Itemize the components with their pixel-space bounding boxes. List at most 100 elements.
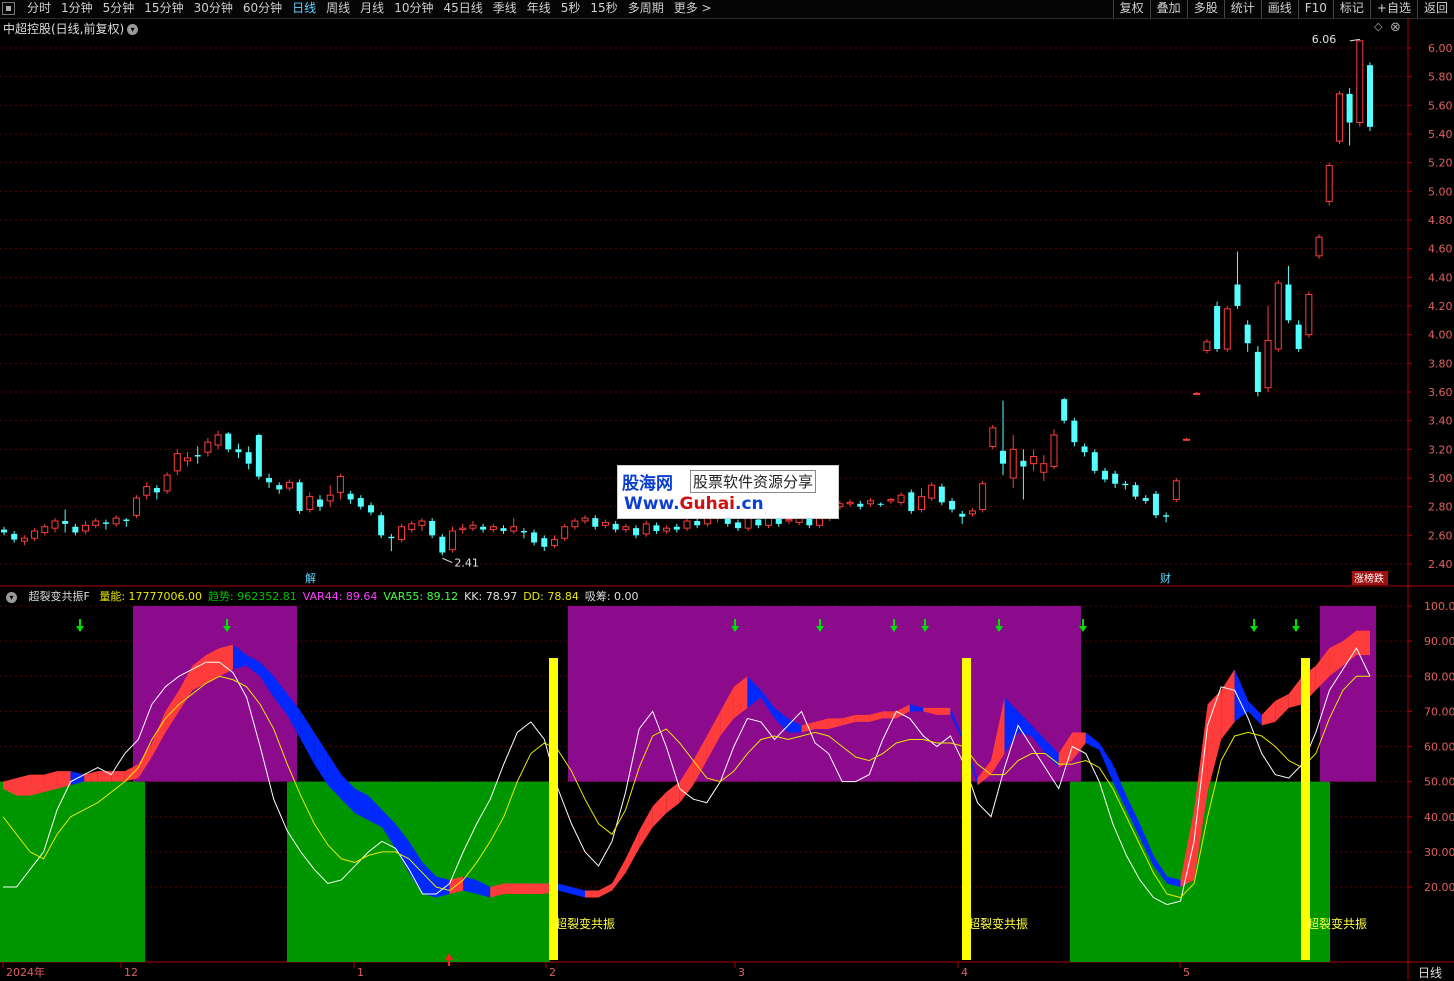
candle-up <box>82 524 90 532</box>
candle-down <box>734 522 741 529</box>
marker-jie: 解 <box>305 571 316 585</box>
candle-down <box>225 433 232 450</box>
candle-down <box>102 522 109 524</box>
candle-up <box>51 520 59 529</box>
indicator-name: 超裂变共振F <box>28 590 90 603</box>
candle-down <box>1091 452 1098 471</box>
wave-band <box>300 711 315 765</box>
candle-up <box>581 517 589 522</box>
ind-axis-label: 20.00 <box>1424 881 1454 894</box>
down-arrow-icon <box>1250 626 1258 632</box>
candle-down <box>1 529 7 533</box>
ind-axis-label: 90.00 <box>1424 635 1454 648</box>
candle-up <box>1193 392 1201 395</box>
candle-down <box>694 521 701 526</box>
candle-down <box>1367 65 1373 127</box>
candle-down <box>938 486 945 503</box>
candle-up <box>1009 448 1017 479</box>
indicator-value-0: 量能: 17777006.00 <box>99 590 203 603</box>
date-label: 2 <box>549 966 556 979</box>
price-axis-label: 5.40 <box>1428 128 1453 141</box>
indicator-value-5: DD: 78.84 <box>523 590 579 603</box>
candle-down <box>245 452 252 464</box>
wave-band <box>16 774 31 796</box>
candle-down <box>439 536 446 553</box>
wave-band <box>97 771 112 782</box>
candle-up <box>663 527 671 532</box>
price-axis-label: 4.40 <box>1428 271 1453 284</box>
price-axis-label: 5.00 <box>1428 185 1453 198</box>
candle-down <box>123 519 130 521</box>
signal-bar <box>1301 658 1310 960</box>
indicator-dropdown-icon[interactable]: ▾ <box>6 591 17 603</box>
candle-up <box>866 500 874 505</box>
price-axis-label: 3.60 <box>1428 386 1453 399</box>
candle-down <box>949 500 956 510</box>
candle-down <box>1071 420 1078 443</box>
candle-up <box>765 517 773 526</box>
wave-band <box>111 771 125 782</box>
candle-down <box>1295 324 1302 349</box>
candle-down <box>541 538 548 547</box>
wave-band <box>652 792 667 828</box>
candle-up <box>183 457 191 462</box>
price-axis-label: 3.20 <box>1428 443 1453 456</box>
marker-tag: 涨榜跌 <box>1354 572 1384 585</box>
wave-band <box>571 887 585 898</box>
candle-down <box>1122 483 1129 486</box>
date-label: 1 <box>357 966 364 979</box>
watermark-url-domain: Guhai <box>679 494 736 514</box>
candle-up <box>571 520 579 528</box>
candle-up <box>173 453 181 472</box>
candle-down <box>266 478 273 483</box>
candle-up <box>204 441 212 453</box>
wave-band <box>936 707 951 715</box>
wave-band <box>1085 732 1100 751</box>
candle-down <box>480 526 487 530</box>
ind-axis-label: 100.00 <box>1424 600 1454 613</box>
candle-up <box>887 499 895 502</box>
price-axis-label: 5.80 <box>1428 71 1453 84</box>
candle-down <box>388 536 395 539</box>
down-arrow-icon <box>76 626 84 632</box>
date-label: 4 <box>961 966 968 979</box>
indicator-value-4: KK: 78.97 <box>464 590 518 603</box>
price-axis-label: 3.00 <box>1428 472 1453 485</box>
watermark-url-suffix: .cn <box>735 494 764 514</box>
price-axis-label: 3.40 <box>1428 415 1453 428</box>
wave-band <box>530 883 545 895</box>
candle-up <box>418 520 426 526</box>
candle-down <box>11 533 18 540</box>
candle-down <box>235 449 242 453</box>
candle-down <box>531 532 538 543</box>
signal-bar <box>962 658 971 960</box>
candle-up <box>31 530 39 539</box>
wave-band <box>43 771 58 793</box>
candle-up <box>846 501 854 505</box>
candle-down <box>1020 460 1027 467</box>
candle-up <box>683 520 691 529</box>
candle-up <box>561 526 569 539</box>
candle-up <box>1223 308 1231 350</box>
candle-down <box>72 526 79 533</box>
candle-up <box>510 526 518 532</box>
candle-down <box>357 498 364 507</box>
candle-up <box>1264 339 1272 389</box>
wave-band <box>436 876 450 898</box>
candle-up <box>1274 282 1282 350</box>
candle-up <box>92 520 100 526</box>
candle-up <box>1315 236 1323 257</box>
candle-down <box>1234 284 1241 306</box>
candle-down <box>1132 485 1139 497</box>
candle-up <box>1040 463 1048 473</box>
low-pointer <box>442 557 453 564</box>
wave-band <box>639 806 653 849</box>
candle-up <box>285 481 293 489</box>
candle-up <box>1203 341 1211 351</box>
candle-down <box>1285 284 1292 321</box>
candle-down <box>276 485 283 490</box>
candle-up <box>163 474 171 492</box>
ind-axis-label: 70.00 <box>1424 705 1454 718</box>
candle-down <box>1214 306 1221 349</box>
wave-band <box>855 714 870 722</box>
